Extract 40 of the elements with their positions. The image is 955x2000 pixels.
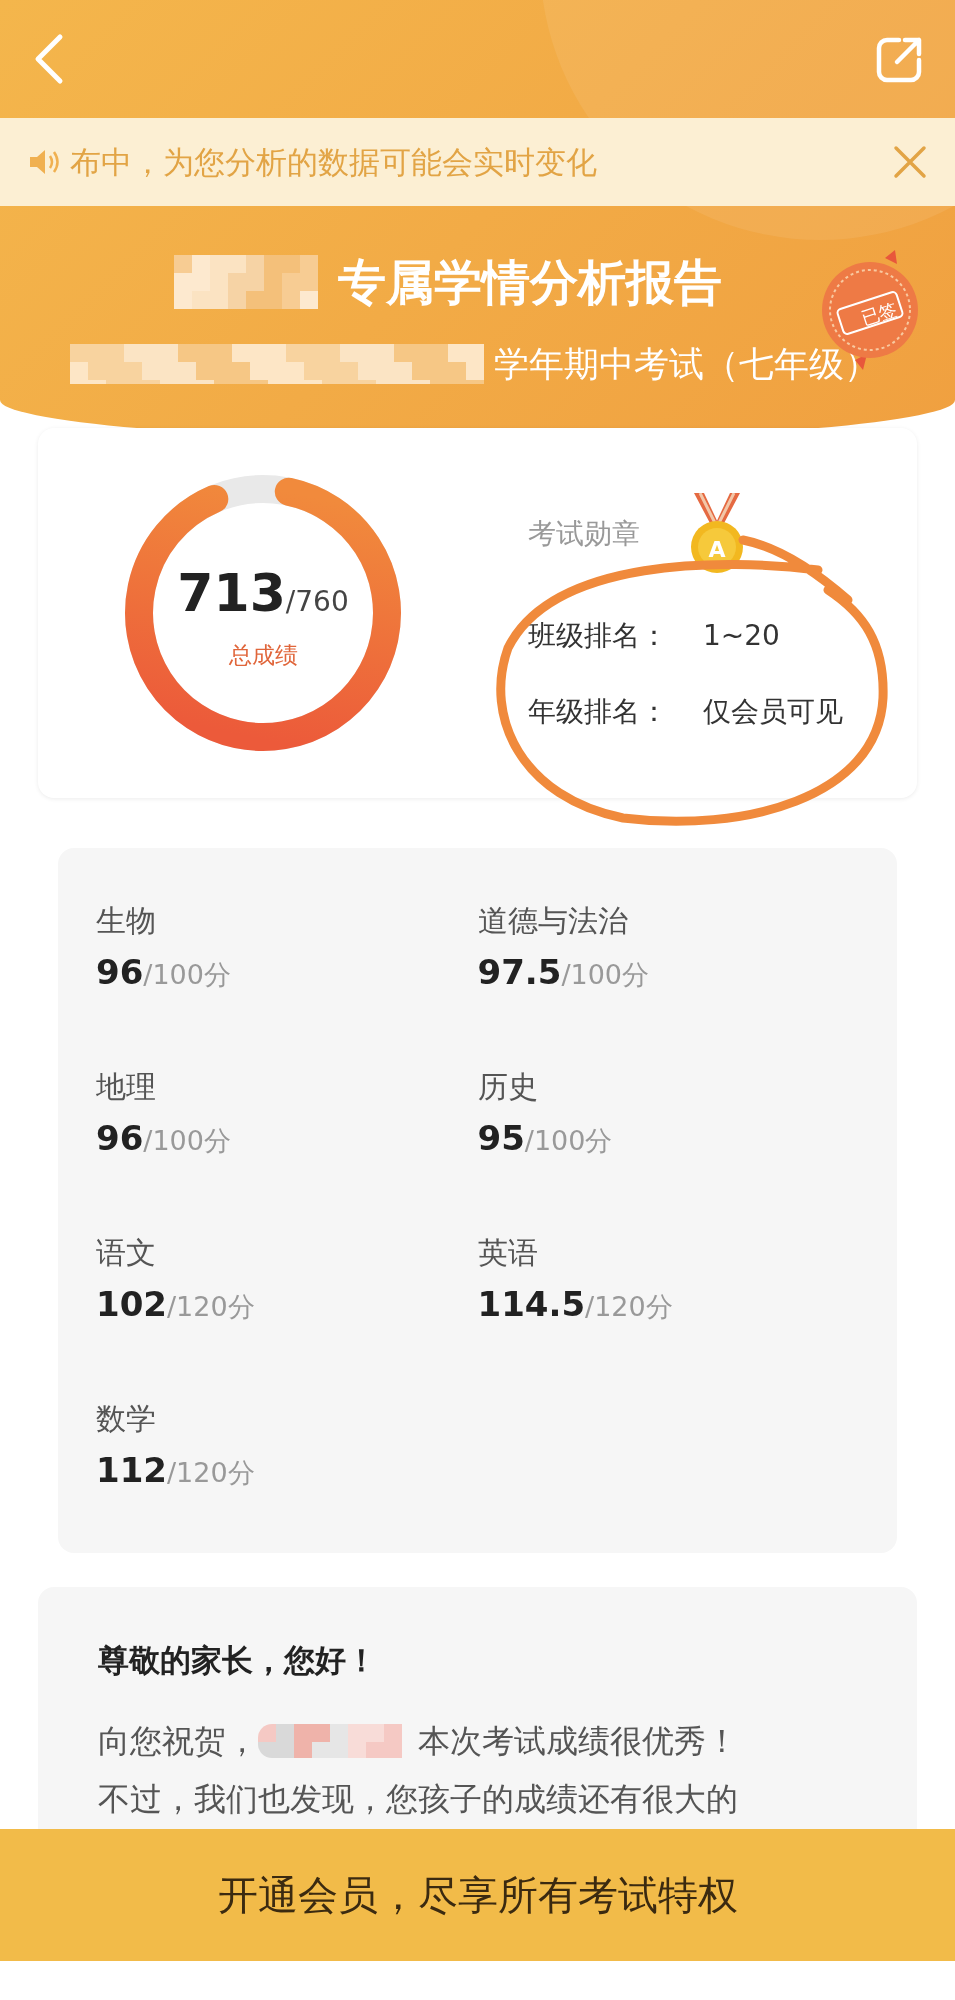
subject-score: 112 [96, 1449, 167, 1492]
subject-name: 数学 [96, 1400, 157, 1438]
subject-total: /120分 [167, 1290, 255, 1324]
subject-name: 地理 [96, 1068, 157, 1106]
subject-name: 英语 [477, 1234, 539, 1272]
letter-text: 不过，我们也发现，您孩子的成绩还有很大的 [98, 1778, 739, 1820]
subject-name: 语文 [96, 1234, 157, 1272]
subject-score: 96 [96, 951, 144, 994]
letter-greeting: 尊敬的家长，您好！ [98, 1641, 378, 1680]
subject-total: /100分 [561, 958, 650, 992]
stamp-text: 已签 [857, 296, 901, 332]
subject-score: 96 [96, 1117, 144, 1160]
ranking-value: 仅会员可见 [703, 694, 843, 730]
speaker-icon [28, 147, 62, 177]
report-title: 专属学情分析报告 [337, 253, 722, 312]
subject-score: 97.5 [477, 951, 562, 994]
ranking-value: 1~20 [703, 618, 780, 654]
subject-name: 生物 [96, 902, 157, 940]
letter-text: 本次考试成绩很优秀！ [418, 1720, 738, 1762]
subject-score: 102 [96, 1283, 167, 1326]
ranking-label: 年级排名： [528, 694, 669, 730]
subject-total: /120分 [167, 1456, 255, 1490]
subject-score: 114.5 [477, 1283, 586, 1326]
total-score: 713 [177, 561, 286, 625]
subject-total: /100分 [143, 958, 231, 992]
score-total: /760 [285, 583, 349, 620]
ranking-label: 班级排名： [528, 618, 669, 654]
close-icon[interactable] [893, 145, 927, 179]
subject-total: /120分 [585, 1290, 673, 1324]
letter-text: 向您祝贺， [98, 1720, 258, 1762]
notice-text: 布中，为您分析的数据可能会实时变化 [70, 142, 598, 182]
subject-total: /100分 [143, 1124, 231, 1158]
subject-total: /100分 [524, 1124, 613, 1158]
medal-label: 考试勋章 [528, 516, 640, 552]
membership-button[interactable]: 开通会员，尽享所有考试特权 [0, 1829, 955, 1961]
report-subtitle: 学年期中考试（七年级） [494, 343, 879, 386]
subject-score: 95 [477, 1117, 525, 1160]
subject-name: 历史 [477, 1068, 539, 1106]
subject-name: 道德与法治 [477, 902, 629, 940]
score-label: 总成绩 [228, 640, 298, 670]
